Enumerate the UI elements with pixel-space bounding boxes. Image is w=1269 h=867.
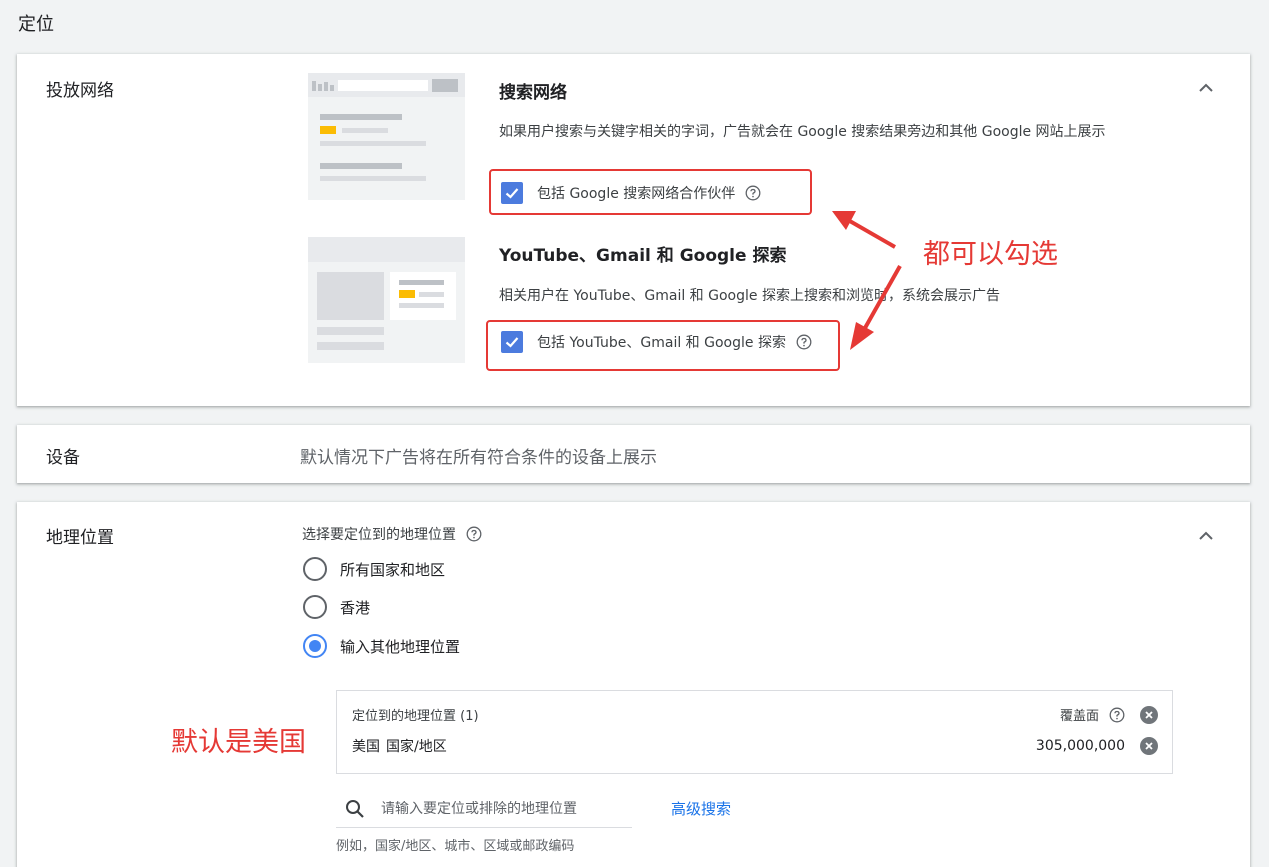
radio-label: 所有国家和地区 — [340, 560, 446, 579]
geo-heading: 选择要定位到的地理位置 — [302, 524, 482, 544]
annotation-arrows-icon — [832, 211, 902, 350]
search-network-description: 如果用户搜索与关键字相关的字词，广告就会在 Google 搜索结果旁边和其他 G… — [499, 124, 1106, 140]
search-network-title: 搜索网络 — [499, 83, 567, 103]
target-row: 美国 国家/地区 305,000,000 — [352, 736, 1158, 756]
radio-label: 输入其他地理位置 — [340, 637, 461, 656]
network-card: 投放网络 搜索网络 如果用户搜索与关键字相关的字词，广告就会在 Google 搜… — [17, 54, 1250, 406]
radio-label: 香港 — [340, 598, 371, 617]
device-section-label: 设备 — [46, 448, 80, 468]
targets-header: 定位到的地理位置 (1) — [352, 709, 479, 724]
radio-all-countries[interactable]: 所有国家和地区 — [303, 557, 445, 581]
geo-card: 地理位置 选择要定位到的地理位置 所有国家和地区 香港 输入其他地理位置 定位到… — [17, 502, 1250, 867]
advanced-search-link[interactable]: 高级搜索 — [671, 798, 731, 819]
search-network-illustration — [308, 73, 465, 200]
radio-button[interactable] — [303, 595, 327, 619]
targeted-locations-box: 定位到的地理位置 (1) 覆盖面 美国 国家/地区 305,000,000 — [336, 690, 1173, 774]
radio-button-selected[interactable] — [303, 634, 327, 658]
network-section-label: 投放网络 — [46, 81, 114, 101]
help-icon[interactable] — [466, 526, 482, 542]
remove-target-button[interactable] — [1140, 737, 1158, 755]
device-card[interactable]: 设备 默认情况下广告将在所有符合条件的设备上展示 — [17, 425, 1250, 483]
location-search[interactable] — [336, 790, 632, 828]
geo-heading-text: 选择要定位到的地理位置 — [302, 527, 456, 543]
search-hint: 例如，国家/地区、城市、区域或邮政编码 — [336, 839, 575, 854]
annotation-default-us: 默认是美国 — [171, 727, 306, 758]
target-reach: 305,000,000 — [1035, 738, 1125, 754]
close-icon — [1145, 742, 1153, 750]
geo-section-label: 地理位置 — [46, 528, 114, 548]
device-description: 默认情况下广告将在所有符合条件的设备上展示 — [300, 448, 657, 468]
annotation-both-checkable: 都可以勾选 — [923, 239, 1058, 270]
chevron-up-icon[interactable] — [1196, 78, 1216, 98]
targets-header-row: 定位到的地理位置 (1) 覆盖面 — [352, 705, 1158, 724]
annotation-box-search-partners — [489, 169, 812, 215]
location-search-input[interactable] — [381, 800, 611, 817]
display-network-title: YouTube、Gmail 和 Google 探索 — [499, 246, 787, 266]
search-icon — [346, 799, 364, 818]
target-type: 国家/地区 — [386, 739, 447, 755]
display-network-illustration — [308, 237, 465, 363]
help-icon[interactable] — [1109, 707, 1125, 723]
close-icon — [1145, 710, 1153, 719]
annotation-box-display-network — [486, 320, 840, 371]
reach-label: 覆盖面 — [1059, 709, 1099, 724]
target-name: 美国 — [352, 739, 380, 755]
page-title: 定位 — [18, 14, 54, 35]
chevron-up-icon[interactable] — [1196, 526, 1216, 546]
radio-button[interactable] — [303, 557, 327, 581]
radio-hong-kong[interactable]: 香港 — [303, 595, 370, 619]
remove-all-button[interactable] — [1140, 705, 1158, 724]
radio-other-location[interactable]: 输入其他地理位置 — [303, 634, 460, 658]
